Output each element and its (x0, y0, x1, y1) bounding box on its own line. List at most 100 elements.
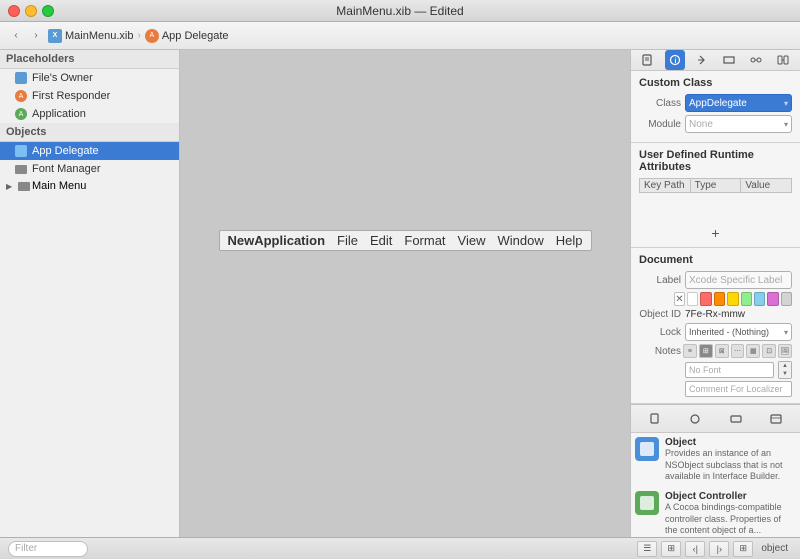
app-delegate-label: App Delegate (32, 145, 99, 157)
font-input[interactable]: No Font (685, 362, 774, 378)
lib-item-controller[interactable]: Object Controller A Cocoa bindings-compa… (635, 491, 796, 537)
lib-item-object[interactable]: Object Provides an instance of an NSObje… (635, 437, 796, 483)
class-value: AppDelegate (689, 98, 747, 109)
breadcrumb-xib[interactable]: X MainMenu.xib (48, 29, 133, 43)
filter-input[interactable]: Filter (8, 541, 88, 557)
close-button[interactable] (8, 5, 20, 17)
view-detail-button[interactable]: ⊞ (661, 541, 681, 557)
xib-icon: X (48, 29, 62, 43)
grid-view-button[interactable]: ⊞ (733, 541, 753, 557)
lock-label: Lock (639, 327, 681, 338)
inspector-tab-file[interactable] (638, 50, 658, 70)
filter-placeholder: Filter (15, 543, 37, 554)
lib-tab-controller[interactable] (726, 409, 746, 429)
sidebar-item-files-owner[interactable]: File's Owner (0, 69, 179, 87)
menu-item-file[interactable]: File (337, 233, 358, 248)
sidebar-item-main-menu[interactable]: ▶ Main Menu (0, 178, 179, 194)
value-col: Value (741, 179, 791, 192)
color-swatch-green[interactable] (741, 292, 752, 306)
add-attribute-button[interactable]: + (639, 225, 792, 241)
note-btn-3[interactable]: ⊠ (715, 344, 729, 358)
lock-value: Inherited - (Nothing) (689, 327, 769, 337)
first-responder-label: First Responder (32, 90, 110, 102)
menu-item-help[interactable]: Help (556, 233, 583, 248)
notes-row: Notes ≡ ⊞ ⊠ ⋯ ▦ ⊡ 🖼 (639, 344, 792, 358)
color-swatch-blue[interactable] (754, 292, 765, 306)
class-row: Class AppDelegate ▾ (639, 94, 792, 112)
notes-font-row: No Font ▲ ▼ (639, 361, 792, 379)
title-bar: MainMenu.xib — Edited (0, 0, 800, 22)
library-items: Object Provides an instance of an NSObje… (631, 433, 800, 537)
note-btn-5[interactable]: ▦ (746, 344, 760, 358)
custom-class-title: Custom Class (639, 77, 792, 89)
font-manager-label: Font Manager (32, 163, 100, 175)
stepper-up[interactable]: ▲ (779, 362, 791, 370)
color-swatch-yellow[interactable] (727, 292, 738, 306)
menu-item-format[interactable]: Format (404, 233, 445, 248)
attrs-table-header: Key Path Type Value (639, 178, 792, 193)
class-input[interactable]: AppDelegate ▾ (685, 94, 792, 112)
lock-input[interactable]: Inherited - (Nothing) ▾ (685, 323, 792, 341)
label-label: Label (639, 275, 681, 286)
breadcrumb-delegate[interactable]: A App Delegate (145, 29, 229, 43)
sidebar-item-first-responder[interactable]: A First Responder (0, 87, 179, 105)
files-owner-label: File's Owner (32, 72, 93, 84)
kp-col: Key Path (640, 179, 691, 192)
color-swatch-red[interactable] (700, 292, 711, 306)
type-col: Type (691, 179, 742, 192)
stepper-down[interactable]: ▼ (779, 370, 791, 378)
lib-tab-view[interactable] (766, 409, 786, 429)
library-panel: Object Provides an instance of an NSObje… (631, 404, 800, 537)
lib-tab-doc[interactable] (645, 409, 665, 429)
lib-tab-circle[interactable] (685, 409, 705, 429)
back-button[interactable]: ‹ (8, 28, 24, 44)
font-stepper: ▲ ▼ (778, 361, 792, 379)
sidebar-item-app-delegate[interactable]: App Delegate (0, 142, 179, 160)
label-input[interactable]: Xcode Specific Label (685, 271, 792, 289)
clear-color-button[interactable]: ✕ (674, 292, 685, 306)
inspector-tab-attributes[interactable] (692, 50, 712, 70)
document-title: Document (639, 254, 792, 266)
inspector-tab-bindings[interactable] (773, 50, 793, 70)
menu-app-name: NewApplication (228, 233, 326, 248)
object-id-value: 7Fe-Rx-mmw (685, 309, 792, 320)
lib-desc-controller: A Cocoa bindings-compatible controller c… (665, 502, 796, 537)
inspector-tab-size[interactable] (719, 50, 739, 70)
note-btn-2[interactable]: ⊞ (699, 344, 713, 358)
back-nav-button[interactable]: ‹| (685, 541, 705, 557)
placeholders-header: Placeholders (0, 50, 179, 69)
class-label: Class (639, 98, 681, 109)
note-btn-6[interactable]: ⊡ (762, 344, 776, 358)
font-manager-icon (14, 162, 28, 176)
lib-desc-object: Provides an instance of an NSObject subc… (665, 448, 796, 483)
attrs-table-body (639, 195, 792, 225)
note-btn-1[interactable]: ≡ (683, 344, 697, 358)
module-input[interactable]: None ▾ (685, 115, 792, 133)
files-owner-icon (14, 71, 28, 85)
inspector-tab-connections[interactable] (746, 50, 766, 70)
menu-item-edit[interactable]: Edit (370, 233, 392, 248)
inspector-toolbar: i (631, 50, 800, 71)
menu-bar-icon (18, 182, 30, 191)
note-btn-4[interactable]: ⋯ (731, 344, 745, 358)
view-list-button[interactable]: ☰ (637, 541, 657, 557)
class-dropdown-arrow: ▾ (784, 99, 788, 108)
color-swatch-gray[interactable] (781, 292, 792, 306)
sidebar-item-font-manager[interactable]: Font Manager (0, 160, 179, 178)
forward-button[interactable]: › (28, 28, 44, 44)
first-responder-icon: A (14, 89, 28, 103)
lib-text-controller: Object Controller A Cocoa bindings-compa… (665, 491, 796, 537)
forward-nav-button[interactable]: |› (709, 541, 729, 557)
inspector-tab-identity[interactable]: i (665, 50, 685, 70)
udra-section: User Defined Runtime Attributes Key Path… (631, 143, 800, 248)
menu-item-view[interactable]: View (458, 233, 486, 248)
menu-item-window[interactable]: Window (498, 233, 544, 248)
comment-input[interactable]: Comment For Localizer (685, 381, 792, 397)
note-btn-7[interactable]: 🖼 (778, 344, 792, 358)
sidebar-item-application[interactable]: A Application (0, 105, 179, 123)
color-swatch-orange[interactable] (714, 292, 725, 306)
color-swatch-white[interactable] (687, 292, 698, 306)
maximize-button[interactable] (42, 5, 54, 17)
minimize-button[interactable] (25, 5, 37, 17)
color-swatch-purple[interactable] (767, 292, 778, 306)
